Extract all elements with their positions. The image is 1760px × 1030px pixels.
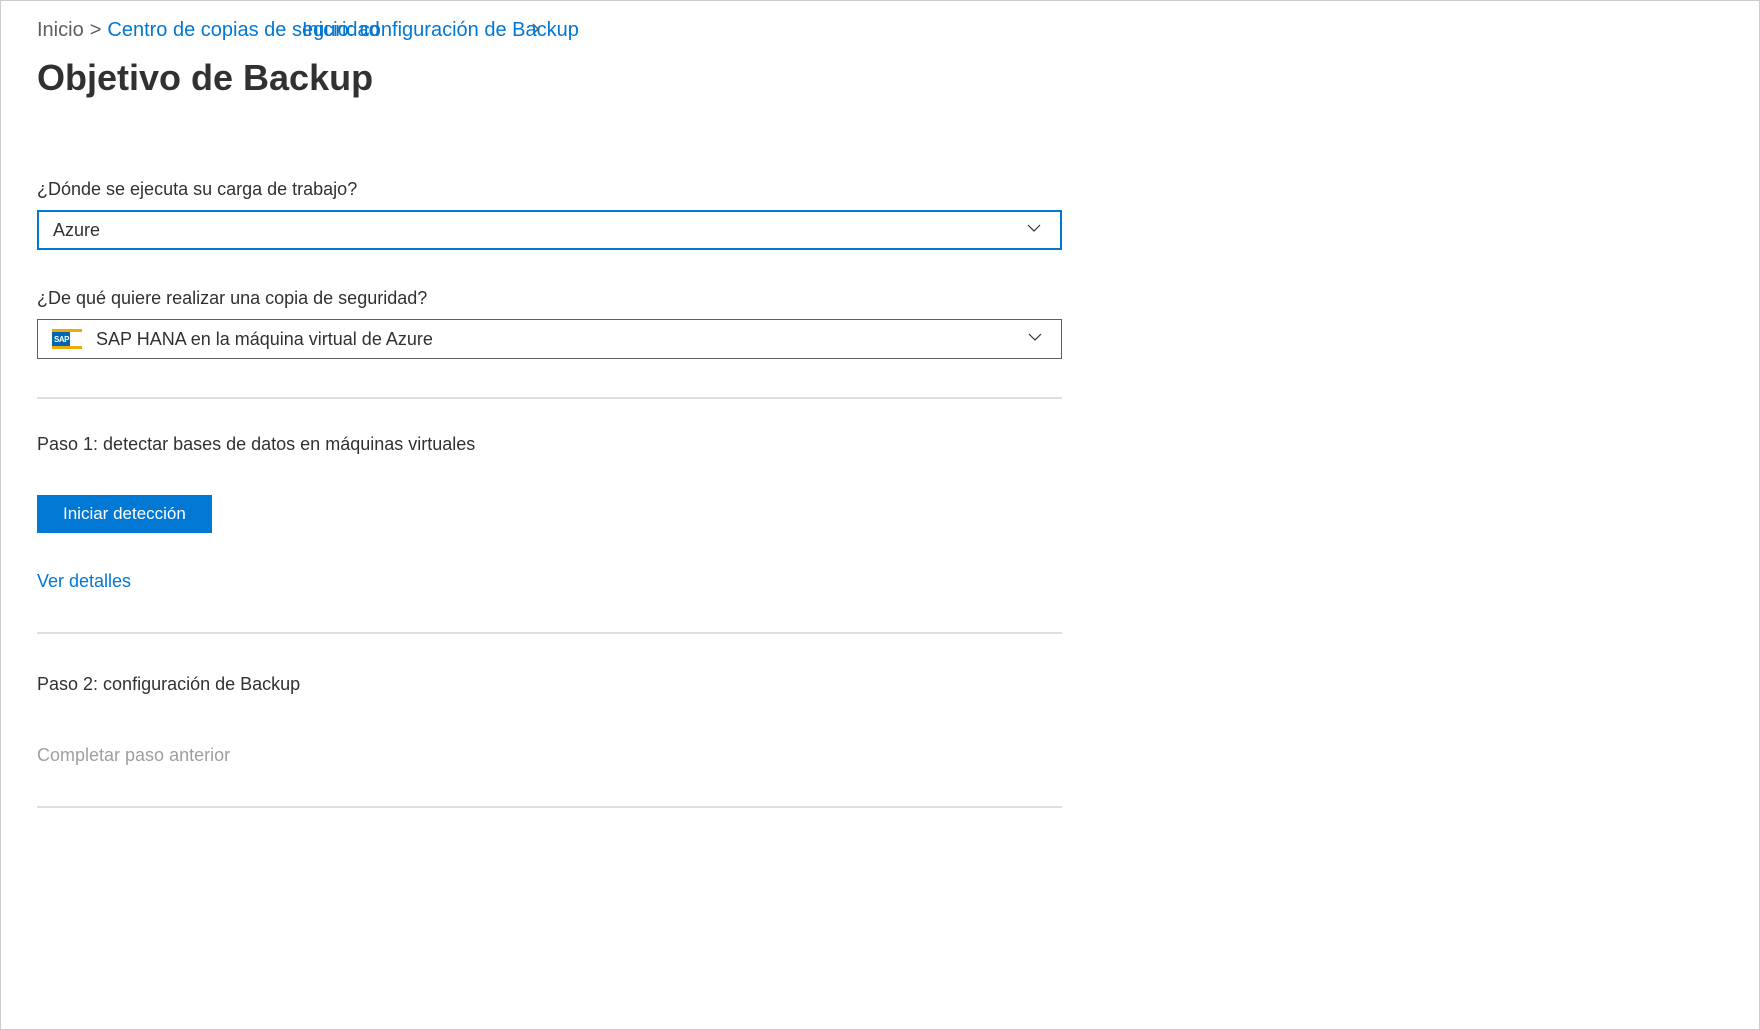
backup-type-dropdown[interactable]: SAP SAP HANA en la máquina virtual de Az… bbox=[37, 319, 1062, 359]
divider bbox=[37, 397, 1062, 399]
workload-label: ¿Dónde se ejecuta su carga de trabajo? bbox=[37, 179, 1062, 200]
breadcrumb-separator: > bbox=[90, 19, 102, 42]
start-discovery-button[interactable]: Iniciar detección bbox=[37, 495, 212, 533]
step2-disabled-text: Completar paso anterior bbox=[37, 745, 1062, 766]
step1-heading: Paso 1: detectar bases de datos en máqui… bbox=[37, 434, 1062, 455]
step2-heading: Paso 2: configuración de Backup bbox=[37, 674, 1062, 695]
breadcrumb: Inicio > Centro de copias de seguridad I… bbox=[37, 19, 1723, 42]
workload-dropdown[interactable]: Azure bbox=[37, 210, 1062, 250]
workload-dropdown-value: Azure bbox=[53, 220, 100, 241]
backup-type-dropdown-value: SAP HANA en la máquina virtual de Azure bbox=[96, 329, 433, 350]
breadcrumb-link-backup-config[interactable]: Inicio: configuración de Backup bbox=[302, 19, 579, 42]
divider bbox=[37, 632, 1062, 634]
page-title: Objetivo de Backup bbox=[37, 57, 1723, 99]
backup-type-label: ¿De qué quiere realizar una copia de seg… bbox=[37, 288, 1062, 309]
divider bbox=[37, 806, 1062, 808]
sap-icon: SAP bbox=[52, 329, 82, 349]
form-section: ¿Dónde se ejecuta su carga de trabajo? A… bbox=[37, 179, 1062, 808]
breadcrumb-home[interactable]: Inicio bbox=[37, 19, 84, 42]
chevron-down-icon bbox=[1027, 329, 1047, 349]
view-details-link[interactable]: Ver detalles bbox=[37, 571, 131, 592]
chevron-down-icon bbox=[1026, 220, 1046, 240]
